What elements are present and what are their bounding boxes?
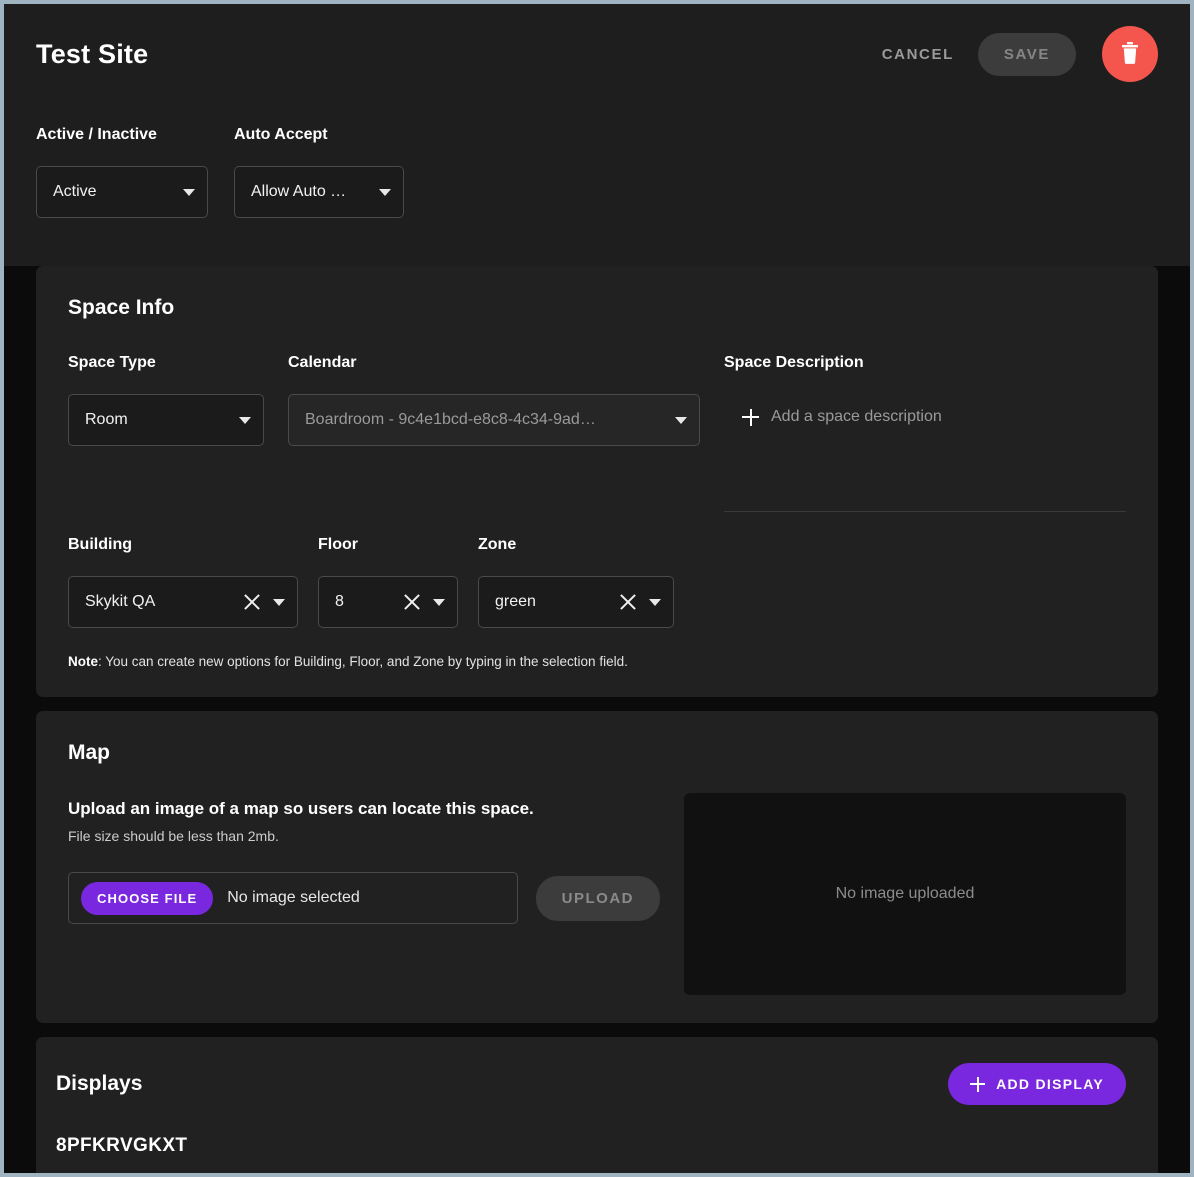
space-description-box: Add a space description: [724, 394, 1126, 512]
file-name-label: No image selected: [227, 889, 360, 906]
calendar-select[interactable]: Boardroom - 9c4e1bcd-e8c8-4c34-9ad…: [288, 394, 700, 446]
map-preview: No image uploaded: [684, 793, 1126, 995]
building-value: Skykit QA: [85, 593, 156, 610]
chevron-down-icon: [379, 188, 391, 196]
space-info-row-2: Building Skykit QA Floor 8 Zone green: [68, 536, 1126, 628]
space-info-row-1: Space Type Room Calendar Boardroom - 9c4…: [68, 354, 1126, 512]
file-input[interactable]: CHOOSE FILE No image selected: [68, 872, 518, 924]
display-code: 8PFKRVGKXT: [56, 1135, 188, 1156]
space-info-note: Note: You can create new options for Bui…: [68, 654, 1126, 669]
map-title: Map: [68, 741, 110, 764]
active-inactive-select[interactable]: Active: [36, 166, 208, 218]
building-select[interactable]: Skykit QA: [68, 576, 298, 628]
plus-icon: [970, 1076, 986, 1092]
zone-select[interactable]: green: [478, 576, 674, 628]
save-button[interactable]: SAVE: [977, 32, 1076, 76]
clear-floor-icon[interactable]: [401, 591, 423, 613]
add-space-description-label: Add a space description: [771, 408, 942, 425]
chevron-down-icon: [675, 416, 687, 424]
space-type-group: Space Type Room: [68, 354, 264, 512]
zone-value: green: [495, 593, 536, 610]
map-subtext: File size should be less than 2mb.: [68, 828, 279, 844]
chevron-down-icon: [239, 416, 251, 424]
map-headline: Upload an image of a map so users can lo…: [68, 799, 534, 818]
building-group: Building Skykit QA: [68, 536, 298, 628]
header-actions: CANCEL SAVE: [876, 26, 1158, 82]
cancel-button[interactable]: CANCEL: [876, 36, 960, 73]
page-title: Test Site: [36, 38, 149, 69]
space-description-group: Space Description Add a space descriptio…: [724, 354, 1126, 512]
space-type-label: Space Type: [68, 354, 156, 371]
chevron-down-icon: [649, 598, 661, 606]
floor-select[interactable]: 8: [318, 576, 458, 628]
space-info-title: Space Info: [68, 296, 175, 319]
space-type-value: Room: [85, 411, 128, 428]
auto-accept-group: Auto Accept Allow Auto …: [234, 126, 404, 218]
add-space-description-button[interactable]: Add a space description: [724, 402, 1126, 426]
floor-label: Floor: [318, 536, 358, 553]
map-file-row: CHOOSE FILE No image selected UPLOAD: [68, 872, 660, 924]
space-info-selects: Space Type Room Calendar Boardroom - 9c4…: [68, 354, 700, 512]
table-row[interactable]: 8PFKRVGKXT: [36, 1105, 1158, 1173]
auto-accept-value: Allow Auto …: [251, 183, 347, 200]
map-upload-column: Upload an image of a map so users can lo…: [68, 799, 660, 995]
building-label: Building: [68, 536, 132, 553]
active-inactive-value: Active: [53, 183, 97, 200]
active-inactive-group: Active / Inactive Active: [36, 126, 208, 218]
space-info-card: Space Info Space Type Room Calendar Boar…: [36, 266, 1158, 697]
map-preview-placeholder: No image uploaded: [835, 885, 975, 902]
clear-zone-icon[interactable]: [617, 591, 639, 613]
note-prefix: Note: [68, 654, 98, 669]
zone-label: Zone: [478, 536, 517, 553]
add-display-label: ADD DISPLAY: [996, 1076, 1104, 1092]
add-display-button[interactable]: ADD DISPLAY: [948, 1063, 1126, 1105]
choose-file-button[interactable]: CHOOSE FILE: [81, 881, 214, 915]
calendar-value: Boardroom - 9c4e1bcd-e8c8-4c34-9ad…: [305, 411, 596, 428]
space-type-select[interactable]: Room: [68, 394, 264, 446]
displays-card: Displays ADD DISPLAY 8PFKRVGKXT Rows per…: [36, 1037, 1158, 1173]
displays-header: Displays ADD DISPLAY: [36, 1063, 1158, 1105]
upload-button[interactable]: UPLOAD: [535, 875, 660, 921]
map-card: Map Upload an image of a map so users ca…: [36, 711, 1158, 1023]
auto-accept-select[interactable]: Allow Auto …: [234, 166, 404, 218]
auto-accept-label: Auto Accept: [234, 126, 328, 143]
zone-group: Zone green: [478, 536, 674, 628]
app-viewport: Test Site CANCEL SAVE Active / Inactive …: [4, 4, 1190, 1173]
displays-title: Displays: [56, 1072, 143, 1095]
chevron-down-icon: [183, 188, 195, 196]
floor-value: 8: [335, 593, 344, 610]
calendar-label: Calendar: [288, 354, 357, 371]
plus-icon: [742, 408, 759, 426]
top-selectors: Active / Inactive Active Auto Accept All…: [4, 104, 1190, 266]
floor-group: Floor 8: [318, 536, 458, 628]
chevron-down-icon: [433, 598, 445, 606]
calendar-group: Calendar Boardroom - 9c4e1bcd-e8c8-4c34-…: [288, 354, 700, 512]
page-header: Test Site CANCEL SAVE: [4, 4, 1190, 104]
clear-building-icon[interactable]: [241, 591, 263, 613]
active-inactive-label: Active / Inactive: [36, 126, 157, 143]
chevron-down-icon: [273, 598, 285, 606]
map-body: Upload an image of a map so users can lo…: [68, 793, 1126, 995]
note-text: : You can create new options for Buildin…: [98, 654, 628, 669]
delete-button[interactable]: [1102, 26, 1158, 82]
space-description-label: Space Description: [724, 354, 864, 371]
trash-icon: [1119, 41, 1141, 68]
